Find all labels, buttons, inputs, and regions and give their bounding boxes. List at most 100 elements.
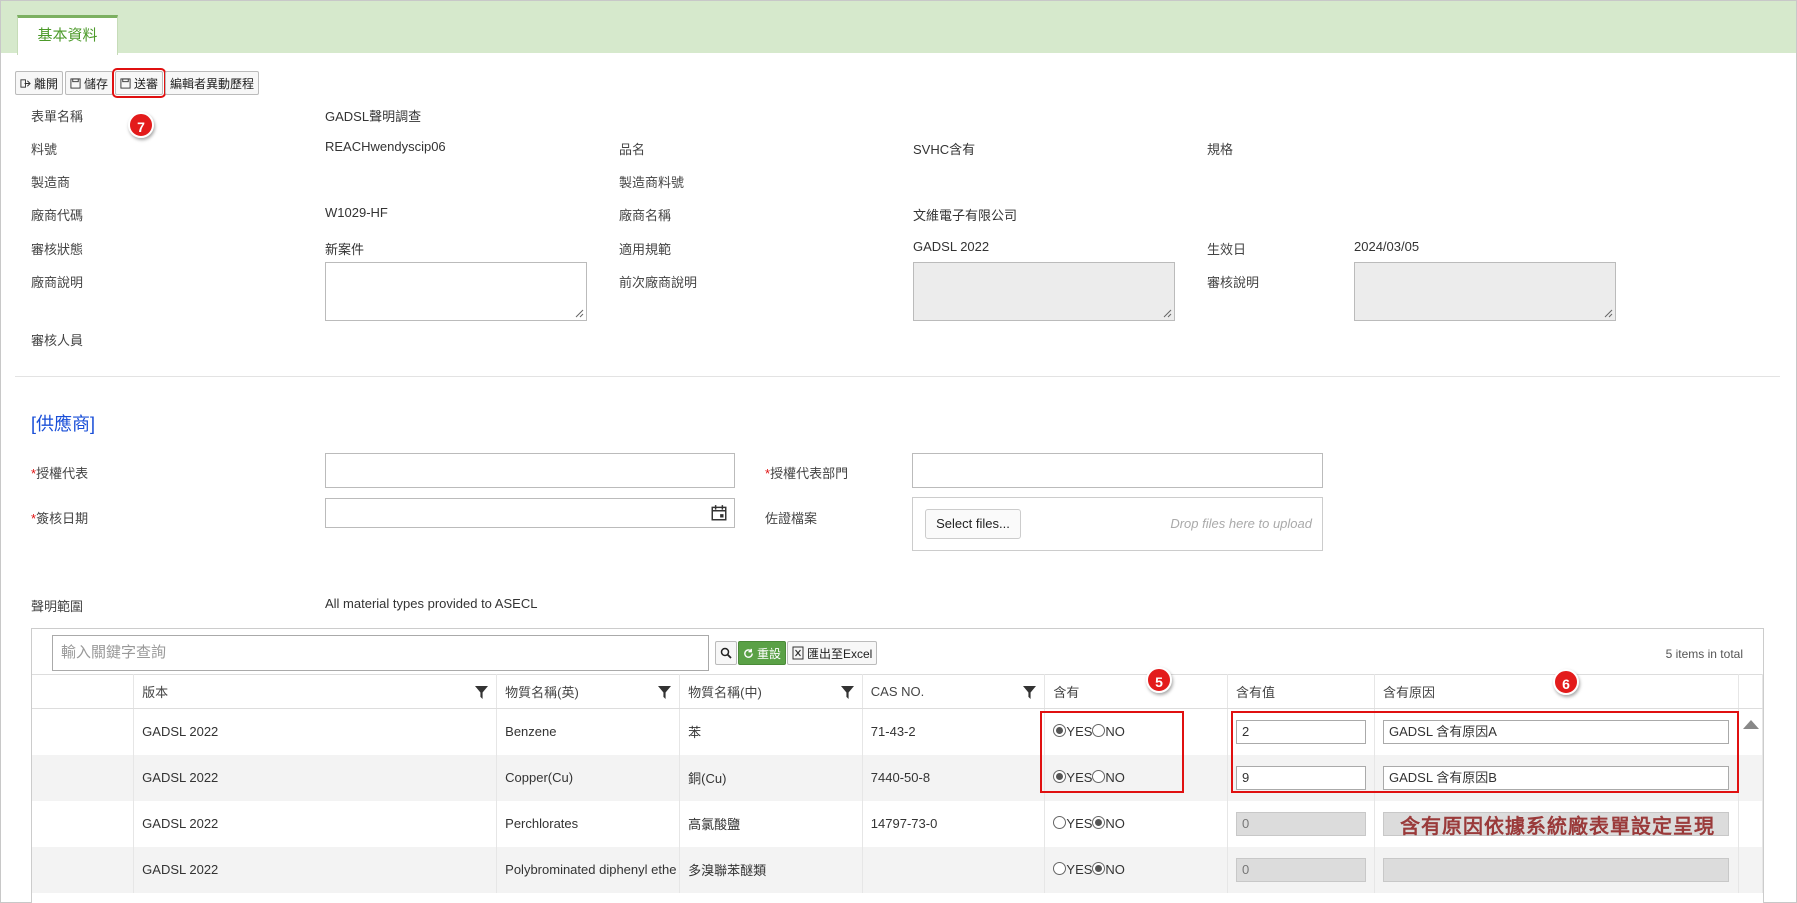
yes-radio[interactable] xyxy=(1053,816,1067,829)
spec-label: 規格 xyxy=(1207,142,1234,157)
divider xyxy=(15,376,1780,377)
version-cell: GADSL 2022 xyxy=(133,800,498,847)
select-cell xyxy=(32,800,135,847)
value-cell: 0 xyxy=(1227,800,1375,847)
column-header-name-zh[interactable]: 物質名稱(中) xyxy=(679,674,863,709)
name-zh-cell: 苯 xyxy=(679,708,863,755)
effective-date-value: 2024/03/05 xyxy=(1354,239,1420,254)
excel-icon xyxy=(792,646,804,660)
value-input: 0 xyxy=(1236,857,1367,882)
step-badge-5: 5 xyxy=(1146,667,1172,693)
version-cell: GADSL 2022 xyxy=(133,846,498,893)
cas-cell: 14797-73-0 xyxy=(862,800,1046,847)
yes-label: YES xyxy=(1066,862,1093,877)
name-en-cell: Benzene xyxy=(496,708,681,755)
no-radio[interactable] xyxy=(1092,816,1106,829)
authorized-dept-label: *授權代表部門 xyxy=(765,466,849,481)
cas-cell xyxy=(862,846,1046,893)
filter-icon[interactable] xyxy=(658,686,672,699)
step-badge-6: 6 xyxy=(1553,669,1579,695)
scroll-cell xyxy=(1738,708,1763,755)
reason-cell xyxy=(1374,846,1739,893)
highlight-contains xyxy=(1040,711,1184,793)
review-status-value: 新案件 xyxy=(325,242,365,257)
effective-date-label: 生效日 xyxy=(1207,242,1247,257)
select-cell xyxy=(32,846,135,893)
part-no-label: 料號 xyxy=(31,142,58,157)
part-no-value: REACHwendyscip06 xyxy=(325,139,446,154)
scroll-up-icon[interactable] xyxy=(1743,720,1759,729)
submit-label: 送審 xyxy=(134,76,159,91)
toolbar: 離開 儲存 送審 編輯者異動歷程 xyxy=(15,68,260,98)
review-note-label: 審核說明 xyxy=(1207,275,1260,290)
supplier-section-title: [供應商] xyxy=(31,414,96,434)
save-button[interactable]: 儲存 xyxy=(65,71,114,95)
search-input[interactable]: 輸入關鍵字查詢 xyxy=(52,635,709,671)
scroll-cell xyxy=(1738,800,1763,847)
no-label: NO xyxy=(1105,816,1125,831)
column-header-name-en[interactable]: 物質名稱(英) xyxy=(496,674,681,709)
scrollbar-header xyxy=(1738,674,1763,709)
select-column-header xyxy=(32,674,135,709)
tab-basic-info[interactable]: 基本資料 xyxy=(17,15,118,55)
product-name-value: SVHC含有 xyxy=(913,142,976,157)
name-zh-cell: 高氯酸鹽 xyxy=(679,800,863,847)
filter-icon[interactable] xyxy=(475,686,489,699)
name-zh-cell: 多溴聯苯醚類 xyxy=(679,846,863,893)
calendar-icon[interactable] xyxy=(710,504,728,522)
table-row[interactable]: GADSL 2022 Polybrominated diphenyl ethe 多溴… xyxy=(32,846,1763,893)
select-files-button[interactable]: Select files... xyxy=(925,509,1021,539)
refresh-icon xyxy=(744,648,753,658)
reviewer-label: 審核人員 xyxy=(31,333,84,348)
sign-date-label: *簽核日期 xyxy=(31,511,89,526)
review-status-label: 審核狀態 xyxy=(31,242,84,257)
exit-icon xyxy=(20,78,31,88)
filter-icon[interactable] xyxy=(1023,686,1037,699)
reset-button[interactable]: 重設 xyxy=(738,641,787,665)
vendor-note-textarea[interactable] xyxy=(325,262,587,321)
column-header-cas[interactable]: CAS NO. xyxy=(862,674,1046,709)
reason-input xyxy=(1383,857,1729,882)
sign-date-input[interactable] xyxy=(325,498,735,528)
regulation-label: 適用規範 xyxy=(619,242,672,257)
history-label: 編輯者異動歷程 xyxy=(170,76,255,91)
search-button[interactable] xyxy=(715,641,737,665)
no-radio[interactable] xyxy=(1092,862,1106,875)
resize-grip-icon[interactable] xyxy=(575,309,584,318)
manufacturer-label: 製造商 xyxy=(31,175,71,190)
authorized-rep-input[interactable] xyxy=(325,453,735,488)
form-name-label: 表單名稱 xyxy=(31,109,84,124)
floppy-icon xyxy=(120,77,131,89)
name-en-cell: Polybrominated diphenyl ethe xyxy=(496,846,681,893)
filter-icon[interactable] xyxy=(840,686,854,699)
column-header-version[interactable]: 版本 xyxy=(133,674,498,709)
export-excel-button[interactable]: 匯出至Excel xyxy=(787,641,878,665)
cas-cell: 7440-50-8 xyxy=(862,754,1046,801)
scope-value: All material types provided to ASECL xyxy=(325,596,538,611)
vendor-code-value: W1029-HF xyxy=(325,205,388,220)
file-upload-zone[interactable]: Select files... Drop files here to uploa… xyxy=(912,497,1323,551)
search-icon xyxy=(720,647,732,659)
submit-review-button[interactable]: 送審 xyxy=(112,68,167,98)
authorized-dept-input[interactable] xyxy=(912,453,1323,488)
version-cell: GADSL 2022 xyxy=(133,708,498,755)
highlight-value-reason xyxy=(1231,711,1739,793)
product-name-label: 品名 xyxy=(619,142,646,157)
column-header-value: 含有值 xyxy=(1227,674,1375,709)
vendor-note-label: 廠商說明 xyxy=(31,275,84,290)
form-name-value: GADSL聲明調查 xyxy=(325,109,422,124)
prev-vendor-note-label: 前次廠商說明 xyxy=(619,275,698,290)
contains-cell: YES NO xyxy=(1044,846,1229,893)
mfr-part-no-label: 製造商料號 xyxy=(619,175,685,190)
export-label: 匯出至Excel xyxy=(807,646,873,661)
value-cell: 0 xyxy=(1227,846,1375,893)
items-total: 5 items in total xyxy=(1665,647,1743,661)
resize-grip-icon xyxy=(1163,309,1172,318)
select-cell xyxy=(32,708,135,755)
prev-vendor-note-textarea xyxy=(913,262,1175,321)
leave-button[interactable]: 離開 xyxy=(15,71,64,95)
value-input: 0 xyxy=(1236,811,1367,836)
yes-radio[interactable] xyxy=(1053,862,1067,875)
edit-history-button[interactable]: 編輯者異動歷程 xyxy=(165,71,260,95)
scroll-cell xyxy=(1738,754,1763,801)
